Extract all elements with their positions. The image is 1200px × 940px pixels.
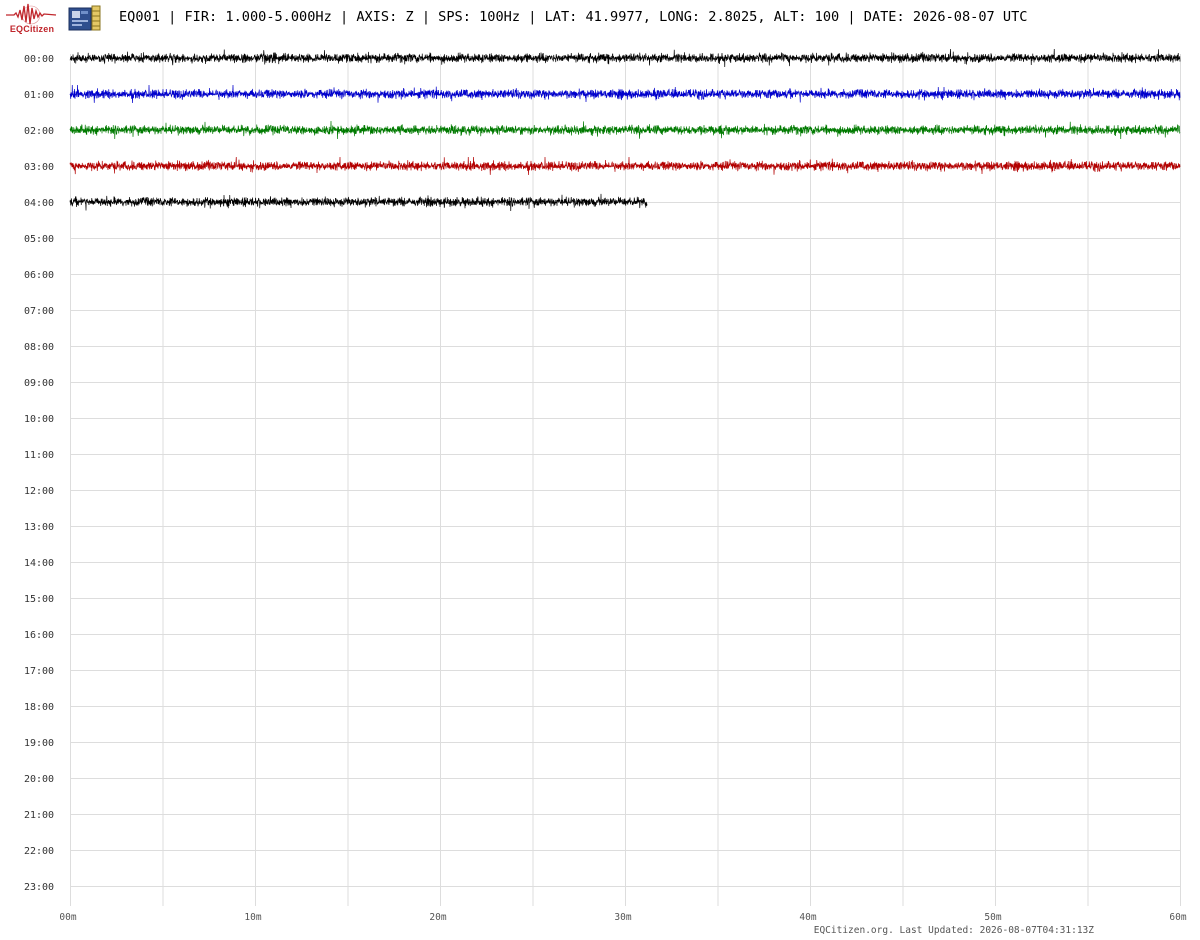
hour-label: 10:00 (24, 414, 54, 425)
hour-label: 14:00 (24, 558, 54, 569)
hour-label: 07:00 (24, 306, 54, 317)
last-updated-note: EQCitizen.org. Last Updated: 2026-08-07T… (813, 925, 1094, 936)
x-tick-label: 20m (429, 912, 446, 923)
hour-label: 17:00 (24, 666, 54, 677)
hour-label: 20:00 (24, 774, 54, 785)
sensor-board-icon (68, 5, 101, 31)
x-tick-label: 00m (59, 912, 76, 923)
hour-label: 11:00 (24, 450, 54, 461)
logo-text: EQCitizen (9, 24, 55, 34)
hour-label: 19:00 (24, 738, 54, 749)
hour-label: 18:00 (24, 702, 54, 713)
hour-label: 00:00 (24, 54, 54, 65)
hour-label: 23:00 (24, 882, 54, 893)
x-tick-label: 50m (984, 912, 1001, 923)
hour-label: 01:00 (24, 90, 54, 101)
helicorder-chart: 00:00 01:00 02:00 03:00 04:00 05:00 06:00 07:00… (24, 48, 1187, 923)
hour-label: 05:00 (24, 234, 54, 245)
hour-label: 21:00 (24, 810, 54, 821)
hour-labels: 00:00 01:00 02:00 03:00 04:00 05:00 06:00 07:00… (24, 54, 54, 893)
hour-label: 12:00 (24, 486, 54, 497)
hour-label: 16:00 (24, 630, 54, 641)
hour-label: 02:00 (24, 126, 54, 137)
hour-label: 06:00 (24, 270, 54, 281)
x-tick-label: 10m (244, 912, 261, 923)
x-tick-label: 30m (614, 912, 631, 923)
hour-label: 03:00 (24, 162, 54, 173)
hour-label: 22:00 (24, 846, 54, 857)
chart-title: EQ001 | FIR: 1.000-5.000Hz | AXIS: Z | S… (119, 9, 1028, 25)
x-tick-label: 40m (799, 912, 816, 923)
hour-label: 04:00 (24, 198, 54, 209)
hour-label: 08:00 (24, 342, 54, 353)
trace-0400 (69, 193, 648, 212)
x-axis-ticks: 00m 10m 20m 30m 40m 50m 60m (59, 912, 1186, 923)
grid (70, 54, 1181, 906)
seismogram-logo-icon (6, 3, 57, 25)
hour-label: 13:00 (24, 522, 54, 533)
eqcitizen-logo: EQCitizen (4, 2, 58, 34)
hour-label: 15:00 (24, 594, 54, 605)
x-tick-label: 60m (1169, 912, 1186, 923)
header-bar: EQCitizen EQ001 | FIR: 1.000-5.000Hz | A… (0, 0, 1200, 38)
hour-label: 09:00 (24, 378, 54, 389)
